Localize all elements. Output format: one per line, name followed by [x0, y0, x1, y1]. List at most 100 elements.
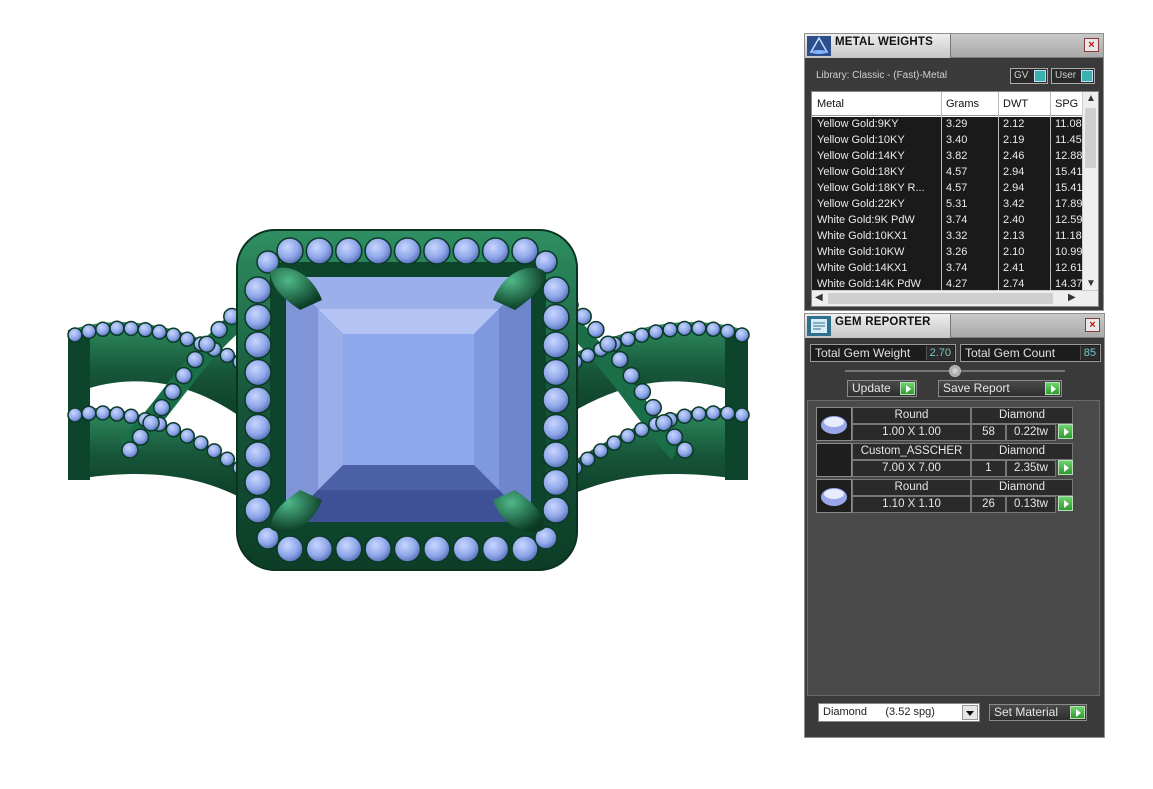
- table-row[interactable]: White Gold:10KX1 3.32 2.13 11.18: [812, 229, 1082, 245]
- gem-bead: [691, 320, 707, 336]
- spg-cell: 17.89: [1055, 198, 1082, 210]
- gem-bead: [542, 441, 570, 469]
- gem-bead: [206, 443, 222, 459]
- close-icon: ×: [1088, 39, 1095, 51]
- gem-bead: [542, 331, 570, 359]
- panel-splitter-handle[interactable]: [949, 365, 961, 377]
- gem-bead: [542, 276, 570, 304]
- asscher-center-stone: [286, 277, 531, 522]
- scroll-up-icon[interactable]: ▲: [1086, 93, 1096, 104]
- gem-bead: [137, 321, 154, 338]
- metal-weights-titlebar[interactable]: METAL WEIGHTS ×: [805, 34, 1103, 58]
- gem-count: 58: [971, 424, 1006, 441]
- update-button-label: Update: [852, 381, 891, 395]
- play-icon[interactable]: [1058, 496, 1073, 511]
- update-button[interactable]: Update: [847, 380, 917, 397]
- gv-toggle[interactable]: GV: [1010, 68, 1048, 84]
- gem-bead: [634, 421, 650, 438]
- gem-size: 1.10 X 1.10: [852, 496, 971, 513]
- gem-bead: [644, 398, 662, 417]
- gem-size: 7.00 X 7.00: [852, 460, 971, 477]
- play-icon[interactable]: [1058, 424, 1073, 439]
- gem-bead: [599, 335, 617, 353]
- metal-horizontal-scrollbar[interactable]: ◀ ▶: [812, 290, 1098, 306]
- ring-render: [67, 229, 750, 571]
- table-row[interactable]: Yellow Gold:22KY 5.31 3.42 17.89: [812, 197, 1082, 213]
- user-toggle-label: User: [1055, 70, 1077, 81]
- gem-bead: [109, 320, 125, 336]
- horizontal-scroll-thumb[interactable]: [828, 293, 1053, 304]
- grams-cell: 5.31: [946, 198, 968, 210]
- vertical-scroll-thumb[interactable]: [1085, 108, 1096, 168]
- gem-bead: [481, 237, 510, 265]
- dwt-cell: 2.74: [1003, 278, 1025, 290]
- gem-reporter-titlebar[interactable]: GEM REPORTER ×: [805, 314, 1104, 338]
- total-gem-weight-label: Total Gem Weight: [815, 346, 911, 360]
- scroll-right-icon[interactable]: ▶: [1068, 292, 1076, 303]
- scroll-down-icon[interactable]: ▼: [1086, 278, 1096, 289]
- gem-bead: [142, 414, 160, 432]
- set-material-button[interactable]: Set Material: [989, 704, 1087, 721]
- round-gem-icon: [821, 416, 847, 434]
- metal-weights-panel: METAL WEIGHTS × Library: Classic - (Fast…: [804, 33, 1104, 311]
- gem-bead: [193, 435, 209, 451]
- gem-bead: [175, 366, 193, 385]
- set-material-button-label: Set Material: [994, 705, 1059, 719]
- dwt-cell: 2.12: [1003, 118, 1025, 130]
- user-toggle-knob: [1081, 70, 1093, 82]
- chevron-down-icon[interactable]: [962, 705, 978, 720]
- spg-cell: 10.99: [1055, 246, 1082, 258]
- gem-weight: 2.35tw: [1006, 460, 1056, 477]
- gem-bead: [95, 405, 111, 421]
- table-row[interactable]: Yellow Gold:14KY 3.82 2.46 12.88: [812, 149, 1082, 165]
- total-gem-weight: Total Gem Weight 2.70: [810, 344, 956, 362]
- metal-table[interactable]: Metal Grams DWT SPG Yellow Gold:9KY 3.29 2…: [811, 91, 1099, 307]
- gem-bead: [219, 347, 236, 364]
- gem-bead: [719, 405, 736, 422]
- table-row[interactable]: Yellow Gold:10KY 3.40 2.19 11.45: [812, 133, 1082, 149]
- table-row[interactable]: White Gold:14KX1 3.74 2.41 12.61: [812, 261, 1082, 277]
- gem-reporter-close-button[interactable]: ×: [1085, 318, 1100, 332]
- metal-table-header: Metal Grams DWT SPG: [812, 92, 1082, 116]
- metal-weights-close-button[interactable]: ×: [1084, 38, 1099, 52]
- table-row[interactable]: Yellow Gold:18KY 4.57 2.94 15.41: [812, 165, 1082, 181]
- col-metal[interactable]: Metal: [817, 98, 844, 110]
- metal-vertical-scrollbar[interactable]: ▲ ▼: [1082, 92, 1098, 292]
- table-row[interactable]: Yellow Gold:18KY R... 4.57 2.94 15.41: [812, 181, 1082, 197]
- save-report-button[interactable]: Save Report: [938, 380, 1062, 397]
- col-spg[interactable]: SPG: [1055, 98, 1078, 110]
- table-row[interactable]: White Gold:10KW 3.26 2.10 10.99: [812, 245, 1082, 261]
- gem-bead: [198, 335, 216, 353]
- play-icon[interactable]: [1058, 460, 1073, 475]
- close-icon: ×: [1089, 319, 1096, 331]
- scroll-left-icon[interactable]: ◀: [815, 292, 823, 303]
- gem-bead: [244, 413, 272, 442]
- gem-bead: [665, 428, 684, 446]
- ring-3d-viewport[interactable]: [0, 0, 800, 789]
- gem-entry[interactable]: Round Diamond 1.00 X 1.00 58 0.22tw: [816, 407, 1076, 441]
- metal-name-cell: Yellow Gold:22KY: [817, 198, 905, 210]
- gem-bead: [393, 237, 422, 265]
- gem-list[interactable]: Round Diamond 1.00 X 1.00 58 0.22tw Custom_AS…: [807, 400, 1100, 696]
- col-grams[interactable]: Grams: [946, 98, 979, 110]
- table-row[interactable]: White Gold:9K PdW 3.74 2.40 12.59: [812, 213, 1082, 229]
- gem-bead: [244, 468, 272, 497]
- material-select[interactable]: Diamond (3.52 spg): [818, 703, 980, 722]
- grams-cell: 3.32: [946, 230, 968, 242]
- spg-cell: 11.08: [1055, 118, 1082, 130]
- total-gem-count: Total Gem Count 85: [960, 344, 1101, 362]
- gem-entry[interactable]: Round Diamond 1.10 X 1.10 26 0.13tw: [816, 479, 1076, 513]
- gem-report-icon: [807, 316, 831, 336]
- gem-bead: [153, 398, 171, 417]
- table-row[interactable]: Yellow Gold:9KY 3.29 2.12 11.08: [812, 117, 1082, 133]
- library-label: Library: Classic - (Fast)-Metal: [816, 70, 948, 81]
- col-dwt[interactable]: DWT: [1003, 98, 1028, 110]
- metal-name-cell: White Gold:14KX1: [817, 262, 908, 274]
- dwt-cell: 3.42: [1003, 198, 1025, 210]
- user-toggle[interactable]: User: [1051, 68, 1095, 84]
- gem-entry[interactable]: Custom_ASSCHER Diamond 7.00 X 7.00 1 2.35tw: [816, 443, 1076, 477]
- dwt-cell: 2.94: [1003, 182, 1025, 194]
- spg-cell: 12.88: [1055, 150, 1082, 162]
- gem-bead: [305, 237, 334, 265]
- scale-icon: [807, 36, 831, 56]
